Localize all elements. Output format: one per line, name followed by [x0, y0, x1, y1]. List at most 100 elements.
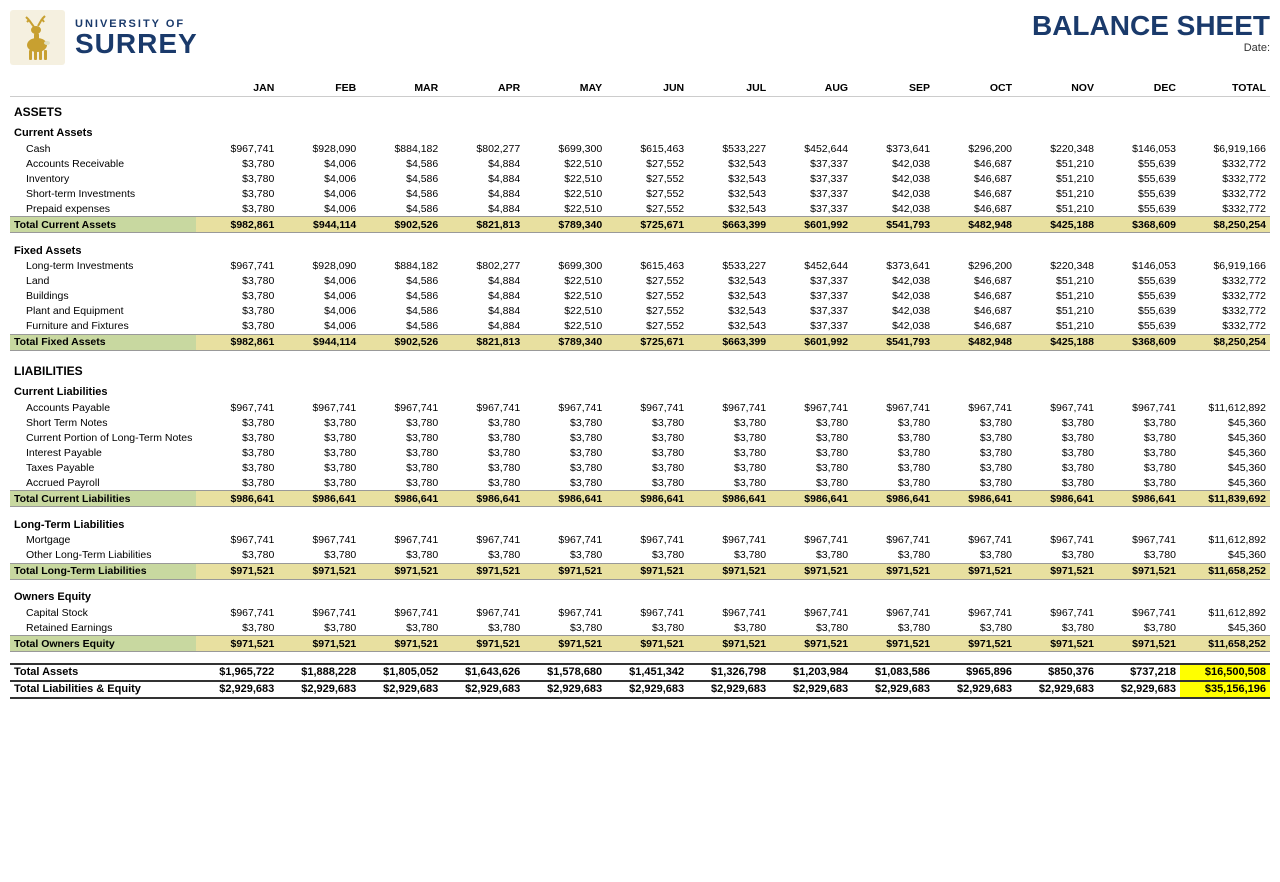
- cell-value: $663,399: [688, 217, 770, 233]
- cell-value: $967,741: [278, 605, 360, 620]
- cell-value: $967,741: [442, 605, 524, 620]
- cell-value: $51,210: [1016, 171, 1098, 186]
- column-headers: JAN FEB MAR APR MAY JUN JUL AUG SEP OCT …: [10, 80, 1270, 97]
- cell-value: $22,510: [524, 304, 606, 319]
- cell-value: $296,200: [934, 259, 1016, 274]
- cell-value: $45,360: [1180, 620, 1270, 636]
- col-header-jun: JUN: [606, 80, 688, 97]
- cell-value: $986,641: [688, 491, 770, 507]
- cell-value: $32,543: [688, 289, 770, 304]
- cell-value: $971,521: [442, 636, 524, 652]
- cell-value: $821,813: [442, 334, 524, 350]
- cell-value: $971,521: [278, 636, 360, 652]
- cell-value: $3,780: [196, 186, 278, 201]
- cell-value: $967,741: [1016, 605, 1098, 620]
- col-header-total: TOTAL: [1180, 80, 1270, 97]
- cell-value: $725,671: [606, 334, 688, 350]
- cell-value: $3,780: [196, 548, 278, 564]
- cell-value: $967,741: [1016, 400, 1098, 415]
- cell-value: $971,521: [770, 636, 852, 652]
- cell-value: $332,772: [1180, 304, 1270, 319]
- cell-value: $6,919,166: [1180, 259, 1270, 274]
- col-header-mar: MAR: [360, 80, 442, 97]
- cell-value: $967,741: [442, 533, 524, 548]
- cell-value: $3,780: [606, 548, 688, 564]
- cell-value: $27,552: [606, 186, 688, 201]
- cell-value: $2,929,683: [524, 681, 606, 698]
- cell-value: $3,780: [934, 620, 1016, 636]
- col-header-nov: NOV: [1016, 80, 1098, 97]
- cell-value: $46,687: [934, 201, 1016, 217]
- cell-value: $42,038: [852, 186, 934, 201]
- cell-value: $3,780: [1098, 460, 1180, 475]
- cell-value: $2,929,683: [1016, 681, 1098, 698]
- cell-value: $37,337: [770, 304, 852, 319]
- cell-value: $1,326,798: [688, 664, 770, 681]
- table-row: Mortgage$967,741$967,741$967,741$967,741…: [10, 533, 1270, 548]
- cell-value: $27,552: [606, 171, 688, 186]
- cell-value: $3,780: [852, 620, 934, 636]
- cell-value: $46,687: [934, 171, 1016, 186]
- cell-value: $37,337: [770, 171, 852, 186]
- cell-value: $45,360: [1180, 460, 1270, 475]
- cell-value: $296,200: [934, 141, 1016, 156]
- cell-value: $3,780: [934, 415, 1016, 430]
- cell-value: $146,053: [1098, 141, 1180, 156]
- cell-value: $3,780: [770, 460, 852, 475]
- cell-value: $3,780: [524, 430, 606, 445]
- cell-value: $986,641: [606, 491, 688, 507]
- table-row: Total Long-Term Liabilities$971,521$971,…: [10, 563, 1270, 579]
- table-row: Accounts Payable$967,741$967,741$967,741…: [10, 400, 1270, 415]
- cell-value: $4,586: [360, 304, 442, 319]
- cell-value: $3,780: [196, 620, 278, 636]
- cell-value: $802,277: [442, 141, 524, 156]
- balance-sheet-table: JAN FEB MAR APR MAY JUN JUL AUG SEP OCT …: [10, 80, 1270, 699]
- cell-value: $51,210: [1016, 319, 1098, 335]
- cell-value: $967,741: [196, 400, 278, 415]
- col-header-apr: APR: [442, 80, 524, 97]
- table-row: Current Portion of Long-Term Notes$3,780…: [10, 430, 1270, 445]
- cell-value: $967,741: [852, 605, 934, 620]
- cell-value: $3,780: [360, 620, 442, 636]
- cell-value: $3,780: [852, 445, 934, 460]
- cell-value: $146,053: [1098, 259, 1180, 274]
- table-row: Short Term Notes$3,780$3,780$3,780$3,780…: [10, 415, 1270, 430]
- cell-value: $986,641: [852, 491, 934, 507]
- cell-value: $3,780: [196, 460, 278, 475]
- date-label: Date:: [1032, 42, 1270, 54]
- cell-value: $601,992: [770, 217, 852, 233]
- cell-value: $971,521: [442, 563, 524, 579]
- cell-value: $967,741: [606, 533, 688, 548]
- col-header-jul: JUL: [688, 80, 770, 97]
- cell-value: $4,586: [360, 186, 442, 201]
- cell-value: $967,741: [360, 605, 442, 620]
- cell-value: $4,884: [442, 171, 524, 186]
- cell-value: $3,780: [442, 548, 524, 564]
- cell-value: $971,521: [934, 563, 1016, 579]
- cell-value: $902,526: [360, 217, 442, 233]
- cell-value: $32,543: [688, 274, 770, 289]
- cell-value: $902,526: [360, 334, 442, 350]
- cell-value: $3,780: [524, 460, 606, 475]
- cell-value: $2,929,683: [770, 681, 852, 698]
- cell-value: $16,500,508: [1180, 664, 1270, 681]
- cell-value: $789,340: [524, 334, 606, 350]
- cell-value: $971,521: [688, 563, 770, 579]
- cell-value: $46,687: [934, 274, 1016, 289]
- cell-value: $1,805,052: [360, 664, 442, 681]
- cell-value: $42,038: [852, 171, 934, 186]
- table-row: Buildings$3,780$4,006$4,586$4,884$22,510…: [10, 289, 1270, 304]
- table-row: Short-term Investments$3,780$4,006$4,586…: [10, 186, 1270, 201]
- cell-value: $967,741: [1098, 605, 1180, 620]
- cell-value: $4,006: [278, 304, 360, 319]
- cell-value: $37,337: [770, 156, 852, 171]
- cell-value: $2,929,683: [360, 681, 442, 698]
- cell-value: $986,641: [442, 491, 524, 507]
- cell-value: $2,929,683: [852, 681, 934, 698]
- cell-value: $967,741: [1098, 533, 1180, 548]
- cell-value: $967,741: [606, 400, 688, 415]
- cell-value: $663,399: [688, 334, 770, 350]
- cell-value: $3,780: [196, 171, 278, 186]
- cell-value: $3,780: [770, 620, 852, 636]
- cell-value: $8,250,254: [1180, 217, 1270, 233]
